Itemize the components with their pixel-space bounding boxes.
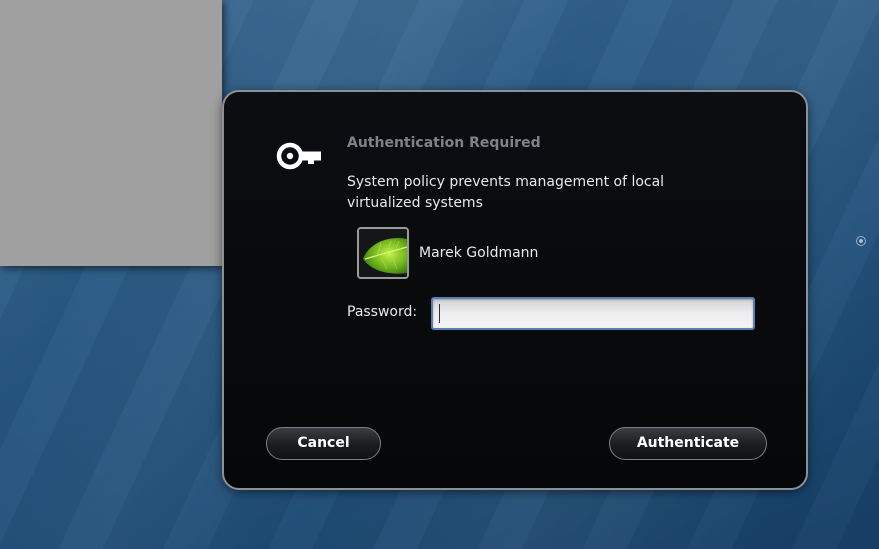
- leaf-avatar-image: [359, 229, 407, 277]
- hot-corner-indicator-icon: [856, 236, 866, 246]
- authenticate-button[interactable]: Authenticate: [609, 427, 767, 460]
- password-label: Password:: [347, 304, 418, 320]
- key-icon: [276, 142, 321, 170]
- dialog-message: System policy prevents management of loc…: [347, 174, 665, 211]
- dialog-title: Authentication Required: [347, 135, 541, 151]
- password-field[interactable]: [431, 297, 755, 330]
- cancel-button[interactable]: Cancel: [266, 427, 381, 460]
- user-avatar: [357, 227, 409, 279]
- background-window[interactable]: [0, 0, 222, 266]
- authentication-dialog: Authentication Required System policy pr…: [222, 90, 808, 490]
- user-name: Marek Goldmann: [419, 245, 539, 261]
- text-caret: [439, 304, 440, 323]
